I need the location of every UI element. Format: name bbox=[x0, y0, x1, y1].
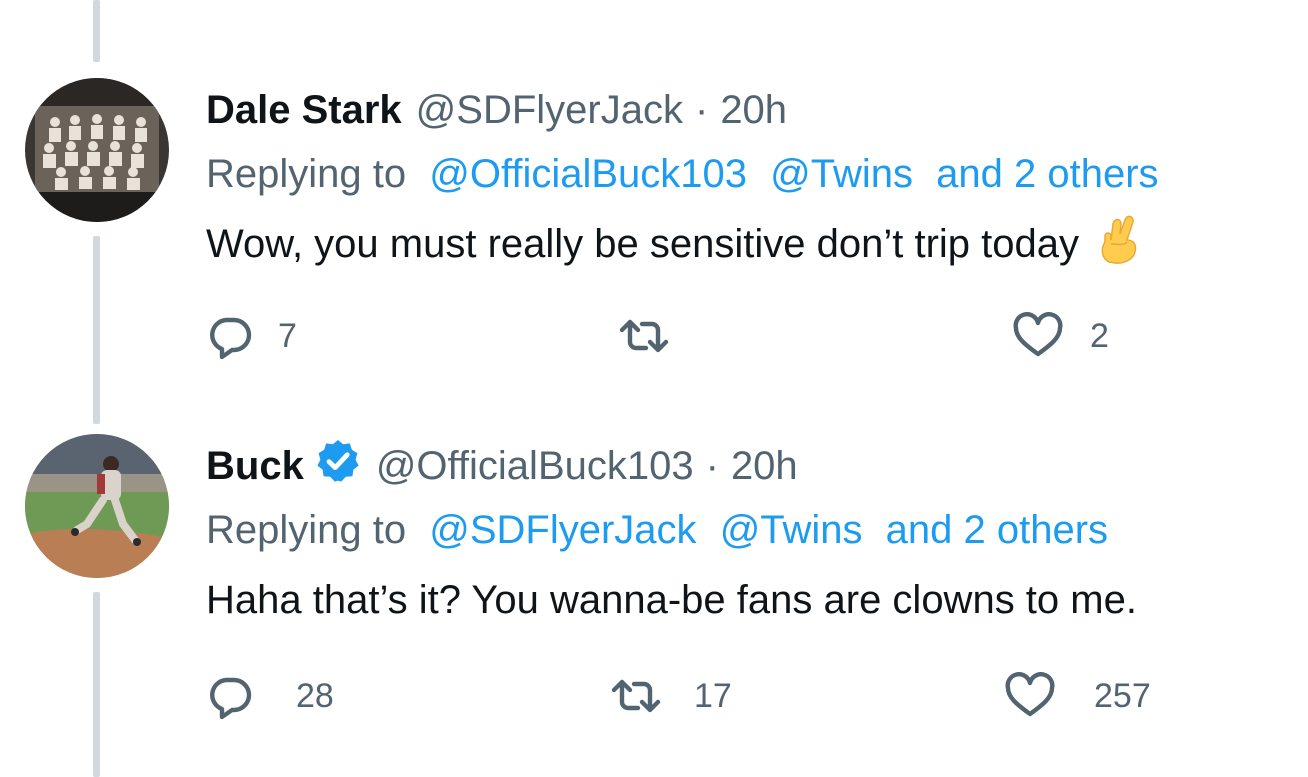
tweet-text: Haha that’s it? You wanna-be fans are cl… bbox=[206, 574, 1137, 626]
separator-dot: · bbox=[694, 87, 709, 132]
like-button[interactable]: 257 bbox=[1004, 672, 1151, 720]
like-count: 2 bbox=[1090, 316, 1109, 355]
tweet-dale-stark[interactable]: Dale Stark @SDFlyerJack · 20h Replying t… bbox=[0, 0, 1308, 420]
user-handle[interactable]: @SDFlyerJack bbox=[416, 88, 683, 133]
retweet-icon bbox=[619, 319, 669, 353]
mention-link[interactable]: @Twins bbox=[770, 152, 913, 196]
mention-link[interactable]: @Twins bbox=[720, 508, 863, 552]
others-link[interactable]: and 2 others bbox=[936, 152, 1158, 196]
verified-badge-icon[interactable] bbox=[314, 437, 362, 495]
replying-to-line: Replying to @SDFlyerJack @Twins and 2 ot… bbox=[206, 508, 1108, 556]
tweet-timestamp[interactable]: 20h bbox=[720, 88, 787, 133]
user-handle[interactable]: @OfficialBuck103 bbox=[376, 444, 694, 489]
like-icon bbox=[1005, 672, 1055, 717]
mention-link[interactable]: @SDFlyerJack bbox=[429, 508, 696, 552]
tweet-text-content: Haha that’s it? You wanna-be fans are cl… bbox=[206, 577, 1137, 622]
reply-count: 28 bbox=[296, 676, 334, 715]
replying-to-line: Replying to @OfficialBuck103 @Twins and … bbox=[206, 152, 1159, 200]
replying-to-label: Replying to bbox=[206, 152, 407, 196]
others-link[interactable]: and 2 others bbox=[886, 508, 1108, 552]
tweet-header: Buck @OfficialBuck103 · 20h bbox=[206, 440, 798, 490]
like-button[interactable]: 2 bbox=[1012, 312, 1109, 360]
tweet-timestamp[interactable]: 20h bbox=[731, 444, 798, 489]
display-name[interactable]: Dale Stark bbox=[206, 88, 402, 133]
display-name[interactable]: Buck bbox=[206, 444, 304, 489]
reply-button[interactable]: 7 bbox=[206, 312, 297, 360]
reply-button[interactable]: 28 bbox=[206, 672, 334, 720]
crossed-fingers-icon bbox=[1097, 214, 1141, 274]
mention-link[interactable]: @OfficialBuck103 bbox=[429, 152, 747, 196]
retweet-icon bbox=[611, 679, 661, 713]
tweet-text-content: Wow, you must really be sensitive don’t … bbox=[206, 221, 1080, 266]
separator-dot: · bbox=[705, 443, 719, 488]
retweet-button[interactable] bbox=[616, 312, 696, 360]
reply-count: 7 bbox=[278, 316, 297, 355]
replying-to-label: Replying to bbox=[206, 508, 407, 552]
avatar-buck[interactable] bbox=[25, 434, 169, 578]
baseball-player-avatar-image bbox=[25, 434, 169, 578]
reply-icon bbox=[210, 317, 252, 360]
team-photo-avatar-image bbox=[25, 78, 169, 222]
tweet-header: Dale Stark @SDFlyerJack · 20h bbox=[206, 86, 787, 134]
tweet-buck[interactable]: Buck @OfficialBuck103 · 20h Replying to … bbox=[0, 420, 1308, 777]
like-icon bbox=[1013, 312, 1063, 357]
tweet-text: Wow, you must really be sensitive don’t … bbox=[206, 215, 1141, 270]
like-count: 257 bbox=[1094, 676, 1151, 715]
avatar-dale-stark[interactable] bbox=[25, 78, 169, 222]
retweet-button[interactable]: 17 bbox=[608, 672, 732, 720]
reply-icon bbox=[210, 677, 252, 720]
retweet-count: 17 bbox=[694, 676, 732, 715]
